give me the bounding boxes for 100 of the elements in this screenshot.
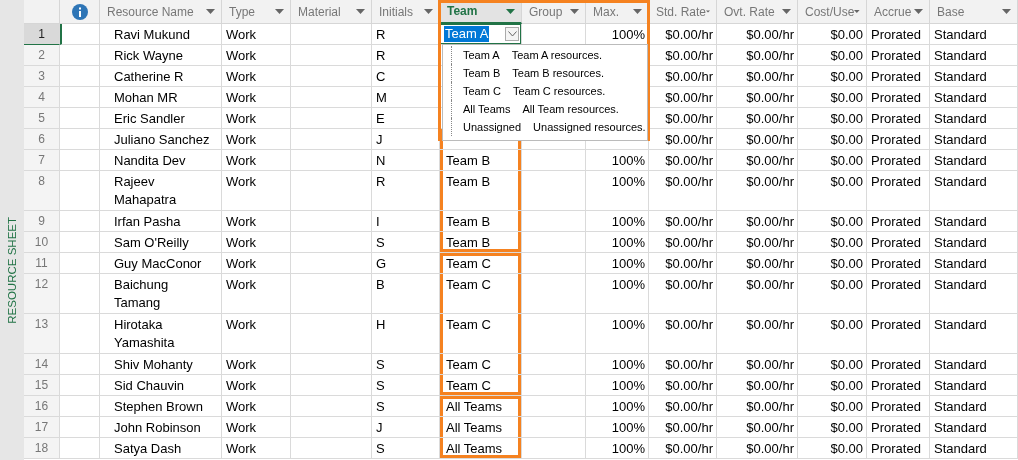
row-number[interactable]: 14: [24, 354, 60, 375]
row-number[interactable]: 10: [24, 232, 60, 253]
row-number[interactable]: 18: [24, 438, 60, 459]
table-cell: Standard: [930, 232, 1018, 253]
table-cell: $0.00/hr: [649, 87, 717, 108]
table-cell: $0.00/hr: [717, 354, 798, 375]
table-cell: $0.00/hr: [717, 24, 798, 45]
row-number[interactable]: 9: [24, 211, 60, 232]
row-number[interactable]: 11: [24, 253, 60, 274]
team-cell: Team B: [440, 232, 522, 253]
table-cell: $0.00/hr: [649, 253, 717, 274]
dropdown-arrow-icon[interactable]: [356, 9, 365, 14]
table-cell: R: [372, 24, 440, 45]
dropdown-arrow-icon[interactable]: [1002, 9, 1011, 14]
dropdown-arrow-icon[interactable]: [782, 9, 791, 14]
row-number[interactable]: 8: [24, 171, 60, 211]
empty-cell: [522, 232, 586, 253]
column-header[interactable]: Initials: [372, 0, 440, 24]
table-cell: Standard: [930, 150, 1018, 171]
table-cell: Standard: [930, 274, 1018, 314]
row-number[interactable]: 6: [24, 129, 60, 150]
table-cell: Prorated: [867, 87, 930, 108]
table-cell: $0.00/hr: [649, 24, 717, 45]
table-cell: 100%: [586, 438, 649, 459]
table-cell: Work: [222, 314, 291, 354]
table-cell: $0.00: [798, 375, 867, 396]
dropdown-arrow-icon[interactable]: [914, 9, 923, 14]
dropdown-arrow-icon[interactable]: [275, 9, 284, 14]
table-cell: Prorated: [867, 354, 930, 375]
column-header[interactable]: Resource Name: [100, 0, 222, 24]
empty-cell: [522, 171, 586, 211]
table-cell: Sid Chauvin: [100, 375, 222, 396]
table-cell: Work: [222, 45, 291, 66]
table-cell: $0.00: [798, 150, 867, 171]
dropdown-item[interactable]: Team C Team C resources.: [451, 82, 647, 100]
row-number[interactable]: 5: [24, 108, 60, 129]
row-number[interactable]: 16: [24, 396, 60, 417]
table-cell: Standard: [930, 211, 1018, 232]
column-header[interactable]: Material: [291, 0, 372, 24]
empty-cell: [522, 150, 586, 171]
dropdown-arrow-icon[interactable]: [206, 9, 215, 14]
dropdown-item[interactable]: Team A Team A resources.: [451, 46, 647, 64]
column-header[interactable]: Std. Rate: [649, 0, 717, 24]
table-cell: $0.00/hr: [649, 274, 717, 314]
table-cell: Work: [222, 129, 291, 150]
table-cell: $0.00/hr: [717, 438, 798, 459]
chevron-icon: [507, 31, 517, 37]
table-cell: Work: [222, 417, 291, 438]
dropdown-arrow-icon[interactable]: [854, 9, 860, 14]
team-cell: Team B: [440, 171, 522, 211]
table-cell: 100%: [586, 232, 649, 253]
column-header[interactable]: Type: [222, 0, 291, 24]
dropdown-arrow-icon[interactable]: [506, 8, 515, 14]
dropdown-arrow-icon[interactable]: [570, 9, 579, 14]
row-number[interactable]: 7: [24, 150, 60, 171]
table-cell: $0.00/hr: [717, 66, 798, 87]
row-number[interactable]: 15: [24, 375, 60, 396]
team-cell: Team C: [440, 314, 522, 354]
table-cell: $0.00: [798, 396, 867, 417]
table-cell: $0.00/hr: [717, 129, 798, 150]
row-number[interactable]: 2: [24, 45, 60, 66]
dropdown-item[interactable]: All Teams All Team resources.: [451, 100, 647, 118]
row-number[interactable]: 3: [24, 66, 60, 87]
empty-cell: [522, 417, 586, 438]
column-header[interactable]: Cost/Use: [798, 0, 867, 24]
table-cell: Baichung Tamang: [100, 274, 222, 314]
table-cell: $0.00: [798, 274, 867, 314]
table-cell: Ravi Mukund: [100, 24, 222, 45]
table-cell: Standard: [930, 375, 1018, 396]
row-number[interactable]: 1: [24, 24, 60, 45]
dropdown-arrow-icon[interactable]: [633, 9, 642, 14]
row-number[interactable]: 4: [24, 87, 60, 108]
dropdown-item[interactable]: Team B Team B resources.: [451, 64, 647, 82]
table-cell: $0.00/hr: [717, 108, 798, 129]
table-cell: $0.00/hr: [717, 45, 798, 66]
table-cell: Prorated: [867, 274, 930, 314]
row-number[interactable]: 12: [24, 274, 60, 314]
table-cell: Prorated: [867, 211, 930, 232]
table-cell: Work: [222, 253, 291, 274]
view-label: RESOURCE SHEET: [6, 216, 18, 324]
row-number[interactable]: 17: [24, 417, 60, 438]
table-cell: Work: [222, 438, 291, 459]
table-cell: Work: [222, 108, 291, 129]
table-cell: $0.00: [798, 45, 867, 66]
table-cell: S: [372, 375, 440, 396]
row-number[interactable]: 13: [24, 314, 60, 354]
column-header[interactable]: Accrue: [867, 0, 930, 24]
table-cell: S: [372, 438, 440, 459]
column-header[interactable]: Ovt. Rate: [717, 0, 798, 24]
dropdown-button[interactable]: [505, 27, 519, 41]
dropdown-item[interactable]: Unassigned Unassigned resources.: [451, 118, 647, 136]
table-cell: Catherine R: [100, 66, 222, 87]
table-cell: Prorated: [867, 232, 930, 253]
table-cell: Standard: [930, 253, 1018, 274]
team-cell: All Teams: [440, 417, 522, 438]
team-cell: Team C: [440, 375, 522, 396]
table-cell: Work: [222, 66, 291, 87]
dropdown-arrow-icon[interactable]: [424, 9, 433, 14]
table-cell: Nandita Dev: [100, 150, 222, 171]
column-header[interactable]: Base: [930, 0, 1018, 24]
